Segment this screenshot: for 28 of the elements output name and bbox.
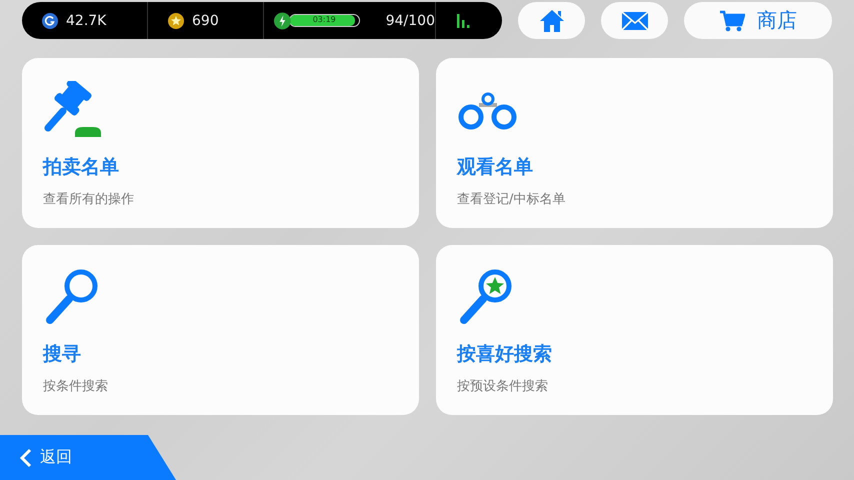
currency-coin-icon xyxy=(42,12,58,28)
menu-card[interactable]: 按喜好搜索 按预设条件搜索 xyxy=(436,245,833,415)
cart-icon xyxy=(719,8,746,32)
card-title: 观看名单 xyxy=(457,155,534,180)
star-coin-icon xyxy=(168,12,184,28)
chevron-left-icon xyxy=(20,448,32,468)
home-icon xyxy=(538,8,565,32)
coin-amount: 42.7K xyxy=(66,12,106,28)
energy-timer: 03:19 xyxy=(312,15,336,25)
card-subtitle: 按条件搜索 xyxy=(43,378,109,395)
mail-button[interactable] xyxy=(601,2,668,39)
mail-icon xyxy=(620,10,649,30)
shop-button[interactable]: 商店 xyxy=(684,2,832,39)
card-subtitle: 按预设条件搜索 xyxy=(457,378,549,395)
card-subtitle: 查看所有的操作 xyxy=(43,191,135,208)
star-amount: 690 xyxy=(192,12,219,28)
back-button[interactable]: 返回 xyxy=(0,435,176,480)
menu-card[interactable]: 观看名单 查看登记/中标名单 xyxy=(436,58,833,228)
menu-card[interactable]: 搜寻 按条件搜索 xyxy=(22,245,419,415)
energy-reading: 94/100 xyxy=(386,12,435,28)
home-button[interactable] xyxy=(518,2,586,39)
signal-icon xyxy=(456,14,470,28)
card-title: 按喜好搜索 xyxy=(457,342,553,367)
energy-icon xyxy=(274,12,291,30)
card-title: 搜寻 xyxy=(43,342,82,367)
card-subtitle: 查看登记/中标名单 xyxy=(457,191,566,208)
card-title: 拍卖名单 xyxy=(43,155,120,180)
menu-card[interactable]: 拍卖名单 查看所有的操作 xyxy=(22,58,419,228)
